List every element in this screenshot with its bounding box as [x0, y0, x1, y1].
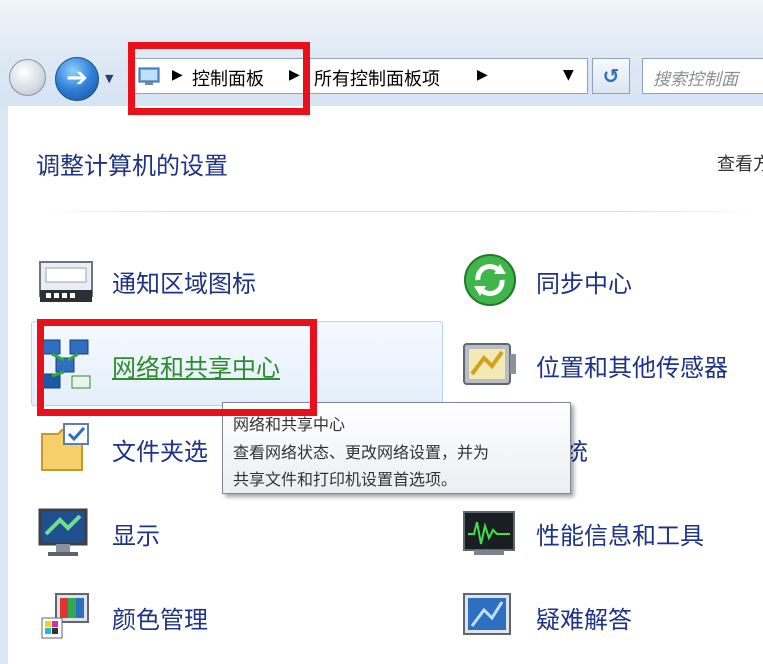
- item-label: 性能信息和工具: [536, 522, 704, 550]
- breadcrumb-arrow-icon[interactable]: ▶: [477, 67, 488, 83]
- divider: [36, 211, 763, 212]
- address-bar[interactable]: ▶ 控制面板 ▶ 所有控制面板项 ▶ ▼: [131, 58, 588, 94]
- forward-button[interactable]: ➔: [55, 57, 99, 101]
- control-panel-icon: [138, 67, 160, 85]
- view-by-label: 查看方: [717, 154, 763, 175]
- pane-border: [0, 106, 8, 664]
- tooltip-line: 查看网络状态、更改网络设置，并为: [233, 443, 490, 462]
- search-placeholder: 搜索控制面: [653, 70, 738, 90]
- refresh-icon: ↺: [602, 64, 620, 88]
- item-label: 疑难解答: [536, 606, 632, 634]
- notification-area-icon: [39, 261, 93, 302]
- address-dropdown-icon[interactable]: ▼: [563, 67, 574, 83]
- back-button[interactable]: [9, 59, 46, 96]
- troubleshooting-icon: [463, 593, 511, 635]
- item-label: 位置和其他传感器: [536, 354, 728, 382]
- refresh-button[interactable]: ↺: [592, 58, 630, 94]
- tooltip-line: 共享文件和打印机设置首选项。: [233, 470, 458, 489]
- item-label[interactable]: 网络和共享中心: [112, 348, 280, 383]
- network-icon: [41, 339, 91, 389]
- breadcrumb-arrow-icon[interactable]: ▶: [172, 67, 183, 83]
- display-icon: [38, 508, 88, 556]
- search-input[interactable]: 搜索控制面: [642, 58, 763, 94]
- item-label: 显示: [112, 522, 160, 550]
- item-label: 文件夹选: [112, 438, 208, 466]
- item-label: 颜色管理: [112, 606, 208, 634]
- page-title: 调整计算机的设置: [36, 152, 228, 180]
- tooltip-title: 网络和共享中心: [233, 415, 346, 434]
- folder-icon: [41, 423, 89, 471]
- tooltip: 网络和共享中心 查看网络状态、更改网络设置，并为 共享文件和打印机设置首选项。: [222, 402, 571, 494]
- forward-arrow-icon: ➔: [66, 63, 88, 93]
- breadcrumb-all-items[interactable]: 所有控制面板项: [314, 65, 440, 91]
- sync-icon: [464, 254, 516, 306]
- item-label: 同步中心: [536, 270, 632, 298]
- color-management-icon: [41, 593, 89, 639]
- performance-icon: [463, 511, 515, 555]
- breadcrumb-arrow-icon[interactable]: ▶: [289, 67, 300, 83]
- recent-pages-dropdown-icon[interactable]: ▼: [105, 72, 113, 85]
- breadcrumb-control-panel[interactable]: 控制面板: [192, 65, 264, 91]
- item-label: 通知区域图标: [112, 270, 256, 298]
- location-sensor-icon: [463, 343, 516, 385]
